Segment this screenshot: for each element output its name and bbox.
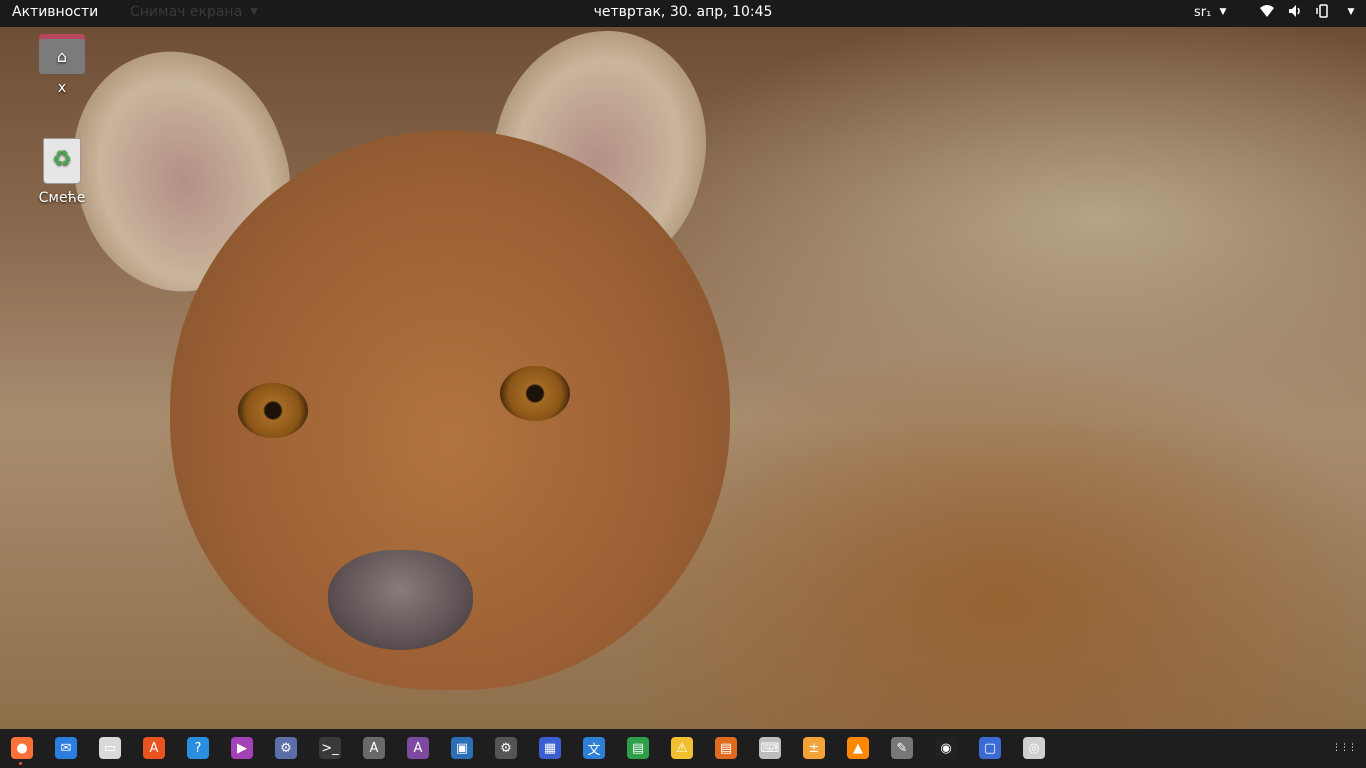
top-bar: Активности Снимач екрана ▼ четвртак, 30.…: [0, 0, 1366, 27]
remote-desktop-icon[interactable]: ▢: [979, 737, 1001, 759]
translator-icon[interactable]: 文: [583, 737, 605, 759]
document-viewer-icon[interactable]: ⚠: [671, 737, 693, 759]
spreadsheet-icon[interactable]: ▤: [627, 737, 649, 759]
terminal-icon[interactable]: >_: [319, 737, 341, 759]
app-menu[interactable]: Снимач екрана ▼: [130, 4, 258, 20]
files-icon[interactable]: ▭: [99, 737, 121, 759]
desktop-home-folder[interactable]: ⌂ x: [17, 34, 107, 96]
system-settings-icon[interactable]: ⚙: [495, 737, 517, 759]
tool-icon[interactable]: ✎: [891, 737, 913, 759]
show-apps-grid-icon[interactable]: ⋮⋮⋮: [1332, 737, 1357, 759]
app-menu-label: Снимач екрана: [130, 4, 243, 20]
calculator-icon[interactable]: ±: [803, 737, 825, 759]
volume-icon: [1286, 3, 1304, 21]
clock-button[interactable]: четвртак, 30. апр, 10:45: [594, 4, 773, 20]
obs-icon[interactable]: ◉: [935, 737, 957, 759]
screen-rotation-icon: [1314, 3, 1332, 21]
keyboard-icon[interactable]: ⌨: [759, 737, 781, 759]
power-menu-icon: ▼: [1347, 7, 1355, 17]
vlc-icon[interactable]: ▲: [847, 737, 869, 759]
settings-tweaks-icon[interactable]: ⚙: [275, 737, 297, 759]
home-folder-label: x: [57, 80, 67, 96]
app-install-icon[interactable]: A: [407, 737, 429, 759]
activities-button[interactable]: Активности: [12, 4, 98, 20]
chevron-down-icon: ▼: [1219, 7, 1227, 17]
media-player-icon[interactable]: ▶: [231, 737, 253, 759]
running-indicator: [19, 762, 22, 765]
firefox-icon[interactable]: ●: [11, 737, 33, 759]
camera-icon[interactable]: ◎: [1023, 737, 1045, 759]
dock: ● ✉ ▭ A? ▶ ⚙ >_ A A ▣ ⚙ ▦ 文 ▤ ⚠ ▤ ⌨ ± ▲ ✎ ◉ ▢ ◎ ⋮⋮⋮: [0, 729, 1366, 768]
image-viewer-icon[interactable]: ▣: [451, 737, 473, 759]
app-store-icon[interactable]: A: [363, 737, 385, 759]
help-icon[interactable]: ?: [187, 737, 209, 759]
input-source-label: sr₁: [1194, 5, 1212, 20]
desktop-wallpaper: [0, 0, 1366, 768]
screenshot-icon[interactable]: ▦: [539, 737, 561, 759]
home-folder-icon: ⌂: [39, 34, 85, 74]
trash-icon: ♻: [43, 138, 81, 184]
wifi-icon: [1258, 3, 1276, 21]
chevron-down-icon: ▼: [250, 7, 258, 17]
animal-nose: [328, 550, 473, 650]
trash-label: Смеће: [38, 190, 86, 206]
animal-eye-left: [238, 383, 308, 438]
animal-eye-right: [500, 366, 570, 421]
thunderbird-icon[interactable]: ✉: [55, 737, 77, 759]
software-center-icon[interactable]: A: [143, 737, 165, 759]
desktop-trash[interactable]: ♻ Смеће: [17, 138, 107, 206]
presentation-icon[interactable]: ▤: [715, 737, 737, 759]
system-tray[interactable]: ▼: [1258, 3, 1360, 21]
input-source-menu[interactable]: sr₁ ▼: [1194, 5, 1226, 20]
